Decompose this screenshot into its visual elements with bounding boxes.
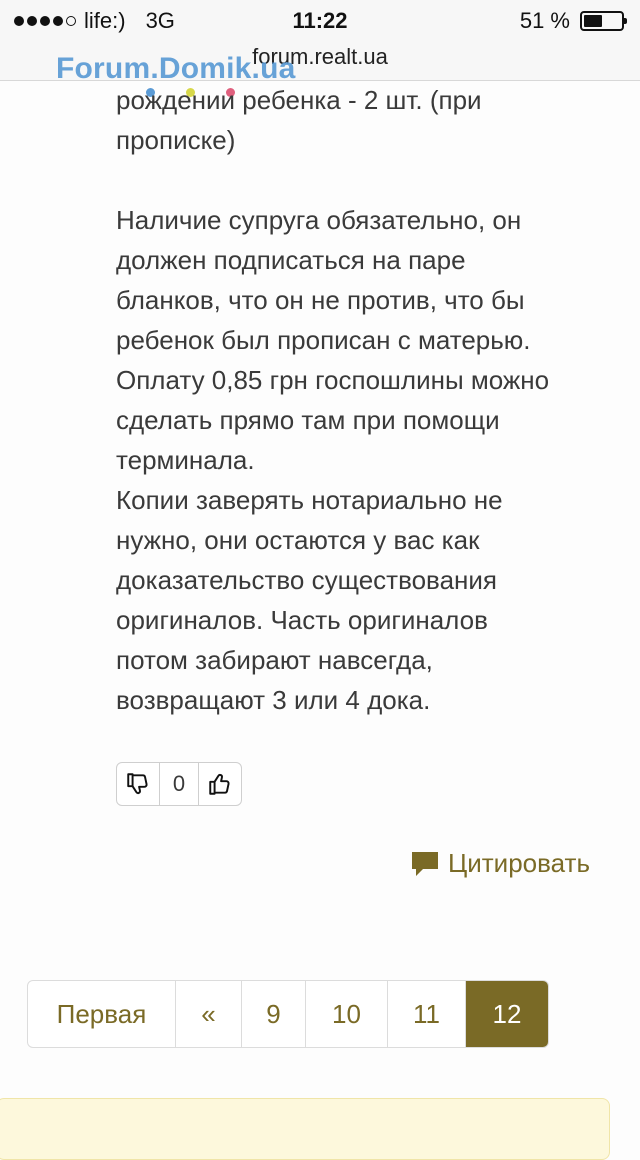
thumbs-up-icon [209,773,230,795]
post-paragraph: рождении ребенка - 2 шт. (при прописке) [116,85,482,155]
rating-count: 0 [159,763,199,805]
page-12-current[interactable]: 12 [466,981,548,1047]
speech-bubble-icon [412,851,439,876]
quote-label[interactable]: Цитировать [448,848,590,879]
page-10[interactable]: 10 [306,981,388,1047]
battery-percent: 51 % [519,8,570,33]
status-bar: life:) 3G 11:22 51 % [0,0,640,40]
page-first[interactable]: Первая [28,981,176,1047]
status-right: 51 % [519,8,627,34]
pagination: Первая « 9 10 11 12 [27,980,549,1048]
post-paragraph: Наличие супруга обязательно, он должен п… [116,205,550,715]
post-rating: 0 [116,762,242,806]
dislike-button[interactable] [117,763,159,805]
page-11[interactable]: 11 [388,981,466,1047]
thumbs-down-icon [127,773,148,795]
like-button[interactable] [199,763,241,805]
quote-button[interactable]: Цитировать [410,848,590,879]
battery-icon [580,11,627,31]
post-body: рождении ребенка - 2 шт. (при прописке) … [116,80,606,720]
page-prev[interactable]: « [176,981,242,1047]
page-9[interactable]: 9 [242,981,306,1047]
notice-box [0,1098,610,1160]
